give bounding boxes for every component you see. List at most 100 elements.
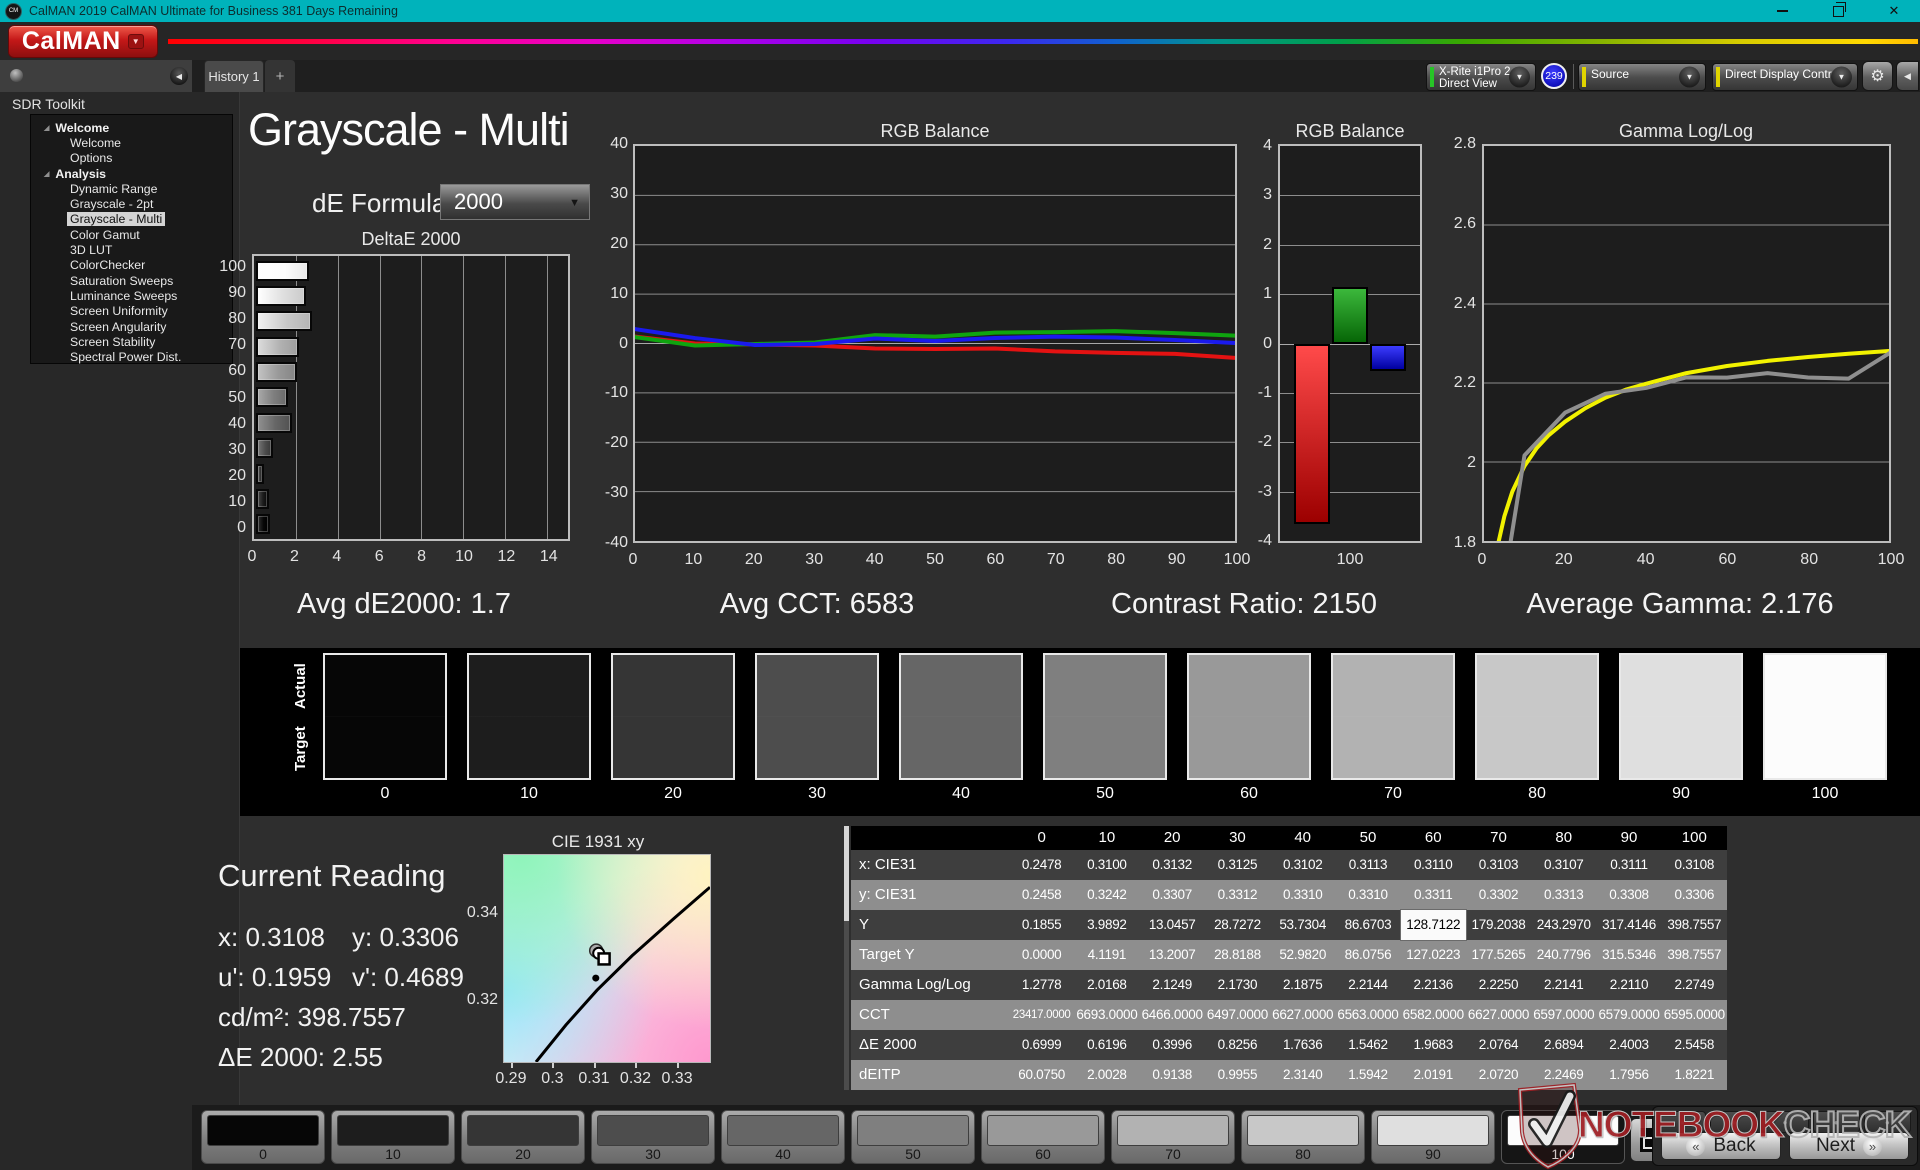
panel-collapse-button[interactable]: ◀ — [1896, 61, 1919, 91]
table-cell[interactable]: 6466.0000 — [1140, 1000, 1205, 1030]
sidebar-item-screen-stability[interactable]: Screen Stability — [31, 334, 232, 349]
pattern-tile-50[interactable]: 50 — [851, 1110, 975, 1164]
pattern-tile-0[interactable]: 0 — [201, 1110, 325, 1164]
table-cell[interactable]: 177.5265 — [1466, 940, 1531, 970]
sidebar-item-screen-angularity[interactable]: Screen Angularity — [31, 319, 232, 334]
table-cell[interactable]: 0.3132 — [1140, 850, 1205, 880]
table-scrollbar-thumb[interactable] — [844, 826, 849, 921]
table-cell[interactable]: 0.3310 — [1335, 880, 1400, 910]
table-cell[interactable]: 0.3996 — [1140, 1030, 1205, 1060]
table-cell[interactable]: 52.9820 — [1270, 940, 1335, 970]
table-cell[interactable]: 127.0223 — [1401, 940, 1466, 970]
transport-button-2[interactable]: ● — [1710, 1111, 1758, 1133]
table-cell[interactable]: 2.2749 — [1662, 970, 1727, 1000]
table-cell[interactable]: 2.2136 — [1401, 970, 1466, 1000]
table-cell[interactable]: 0.3103 — [1466, 850, 1531, 880]
table-cell[interactable]: 0.3302 — [1466, 880, 1531, 910]
sidebar-collapse-button[interactable]: ◀ — [170, 67, 188, 85]
table-cell[interactable]: 0.0000 — [1009, 940, 1074, 970]
table-cell[interactable]: 0.3107 — [1531, 850, 1596, 880]
table-cell[interactable]: 0.3313 — [1531, 880, 1596, 910]
table-cell[interactable]: 179.2038 — [1466, 910, 1531, 940]
table-cell[interactable]: 2.0168 — [1074, 970, 1139, 1000]
table-cell[interactable]: 2.2141 — [1531, 970, 1596, 1000]
sidebar-item-dynamic-range[interactable]: Dynamic Range — [31, 181, 232, 196]
sidebar-item-3d-lut[interactable]: 3D LUT — [31, 242, 232, 257]
table-cell[interactable]: 28.8188 — [1205, 940, 1270, 970]
sidebar-item-color-gamut[interactable]: Color Gamut — [31, 227, 232, 242]
pattern-tile-60[interactable]: 60 — [981, 1110, 1105, 1164]
table-cell[interactable]: 3.9892 — [1074, 910, 1139, 940]
table-cell[interactable]: 2.2469 — [1531, 1060, 1596, 1090]
sidebar-item-spectral-power-dist-[interactable]: Spectral Power Dist. — [31, 349, 232, 364]
table-cell[interactable]: 2.0191 — [1401, 1060, 1466, 1090]
sidebar-item-welcome[interactable]: Welcome — [31, 135, 232, 150]
table-cell[interactable]: 317.4146 — [1596, 910, 1661, 940]
pattern-tile-40[interactable]: 40 — [721, 1110, 845, 1164]
transport-button-5[interactable]: ● — [1863, 1111, 1912, 1133]
table-cell[interactable]: 60.0750 — [1009, 1060, 1074, 1090]
restore-button[interactable] — [1830, 1, 1846, 19]
table-cell[interactable]: 2.4003 — [1596, 1030, 1661, 1060]
table-cell[interactable]: 315.5346 — [1596, 940, 1661, 970]
close-button[interactable]: ✕ — [1886, 3, 1902, 19]
table-cell[interactable]: 2.2110 — [1596, 970, 1661, 1000]
table-cell[interactable]: 1.2778 — [1009, 970, 1074, 1000]
sidebar-item-luminance-sweeps[interactable]: Luminance Sweeps — [31, 288, 232, 303]
table-cell[interactable]: 2.0720 — [1466, 1060, 1531, 1090]
table-cell[interactable]: 0.9138 — [1140, 1060, 1205, 1090]
table-cell[interactable]: 2.0764 — [1466, 1030, 1531, 1060]
table-cell[interactable]: 1.9683 — [1401, 1030, 1466, 1060]
table-cell[interactable]: 398.7557 — [1662, 910, 1727, 940]
table-cell[interactable]: 240.7796 — [1531, 940, 1596, 970]
table-cell[interactable]: 28.7272 — [1205, 910, 1270, 940]
transport-button-3[interactable]: ● — [1761, 1111, 1809, 1133]
table-cell[interactable]: 0.3108 — [1662, 850, 1727, 880]
table-cell[interactable]: 2.5458 — [1662, 1030, 1727, 1060]
table-cell[interactable]: 1.8221 — [1662, 1060, 1727, 1090]
table-cell[interactable]: 6497.0000 — [1205, 1000, 1270, 1030]
calman-logo-button[interactable]: CalMAN ▼ — [8, 25, 158, 58]
table-cell[interactable]: 6579.0000 — [1596, 1000, 1661, 1030]
display-control-dropdown[interactable]: Direct Display Control ▼ — [1712, 63, 1858, 91]
table-cell[interactable]: 0.3242 — [1074, 880, 1139, 910]
table-cell[interactable]: 2.1730 — [1205, 970, 1270, 1000]
table-cell[interactable]: 0.3310 — [1270, 880, 1335, 910]
table-cell[interactable]: 6627.0000 — [1466, 1000, 1531, 1030]
table-cell[interactable]: 2.1875 — [1270, 970, 1335, 1000]
table-cell[interactable]: 0.3308 — [1596, 880, 1661, 910]
table-cell[interactable]: 0.3312 — [1205, 880, 1270, 910]
transport-button-4[interactable]: ● — [1812, 1111, 1860, 1133]
table-cell[interactable]: 398.7557 — [1662, 940, 1727, 970]
table-cell[interactable]: 6595.0000 — [1662, 1000, 1727, 1030]
table-cell[interactable]: 0.6196 — [1074, 1030, 1139, 1060]
sidebar-item-grayscale-multi[interactable]: Grayscale - Multi — [31, 212, 232, 227]
table-cell[interactable]: 1.5942 — [1335, 1060, 1400, 1090]
table-cell[interactable]: 2.3140 — [1270, 1060, 1335, 1090]
table-cell[interactable]: 1.7636 — [1270, 1030, 1335, 1060]
table-cell[interactable]: 0.3307 — [1140, 880, 1205, 910]
back-button[interactable]: « Back — [1661, 1132, 1781, 1160]
table-cell[interactable]: 2.2144 — [1335, 970, 1400, 1000]
table-cell[interactable]: 0.3311 — [1401, 880, 1466, 910]
sidebar-group-analysis[interactable]: ◢ Analysis — [31, 166, 232, 181]
table-cell[interactable]: 2.0028 — [1074, 1060, 1139, 1090]
table-cell[interactable]: 0.9955 — [1205, 1060, 1270, 1090]
table-cell[interactable]: 13.0457 — [1140, 910, 1205, 940]
table-cell[interactable]: 243.2970 — [1531, 910, 1596, 940]
table-cell[interactable]: 6693.0000 — [1074, 1000, 1139, 1030]
table-cell[interactable]: 0.6999 — [1009, 1030, 1074, 1060]
table-cell[interactable]: 53.7304 — [1270, 910, 1335, 940]
sidebar-item-saturation-sweeps[interactable]: Saturation Sweeps — [31, 273, 232, 288]
pattern-tile-10[interactable]: 10 — [331, 1110, 455, 1164]
source-dropdown[interactable]: Source ▼ — [1578, 63, 1706, 91]
pattern-tile-80[interactable]: 80 — [1241, 1110, 1365, 1164]
table-cell[interactable]: 6627.0000 — [1270, 1000, 1335, 1030]
table-cell[interactable]: 128.7122 — [1399, 909, 1467, 941]
meter-dropdown[interactable]: X-Rite i1Pro 2 Direct View ▼ — [1426, 63, 1536, 91]
table-cell[interactable]: 13.2007 — [1140, 940, 1205, 970]
table-cell[interactable]: 0.2458 — [1009, 880, 1074, 910]
table-cell[interactable]: 0.3125 — [1205, 850, 1270, 880]
next-button[interactable]: Next » — [1789, 1132, 1909, 1160]
table-cell[interactable]: 86.6703 — [1335, 910, 1400, 940]
